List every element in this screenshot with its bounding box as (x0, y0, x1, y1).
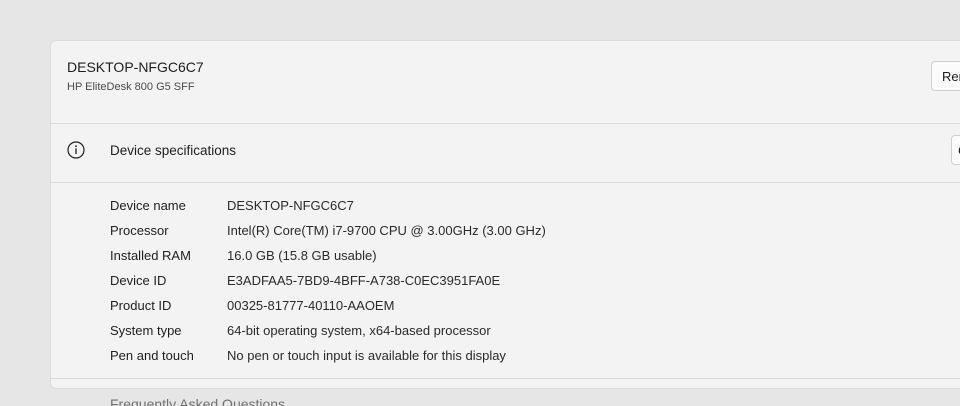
spec-row-processor: Processor Intel(R) Core(TM) i7-9700 CPU … (51, 218, 960, 243)
spec-label: Device name (110, 198, 186, 213)
spec-value: No pen or touch input is available for t… (227, 348, 506, 363)
spec-label: Pen and touch (110, 348, 194, 363)
spec-label: Product ID (110, 298, 172, 313)
spec-row-installed-ram: Installed RAM 16.0 GB (15.8 GB usable) (51, 243, 960, 268)
info-icon (67, 141, 85, 159)
about-panel: DESKTOP-NFGC6C7 HP EliteDesk 800 G5 SFF … (50, 40, 960, 389)
rename-button[interactable]: Rena (931, 61, 960, 91)
spec-label: Processor (110, 223, 169, 238)
device-model-subtitle: HP EliteDesk 800 G5 SFF (67, 81, 195, 93)
device-specifications-header[interactable]: Device specifications C (51, 124, 960, 183)
spec-row-device-id: Device ID E3ADFAA5-7BD9-4BFF-A738-C0EC39… (51, 268, 960, 293)
spec-row-device-name: Device name DESKTOP-NFGC6C7 (51, 193, 960, 218)
copy-button[interactable]: C (951, 135, 960, 165)
spec-value: 64-bit operating system, x64-based proce… (227, 323, 491, 338)
faq-heading: Frequently Asked Questions (110, 396, 286, 406)
specifications-table: Device name DESKTOP-NFGC6C7 Processor In… (51, 183, 960, 388)
spec-value: DESKTOP-NFGC6C7 (227, 198, 354, 213)
spec-value: E3ADFAA5-7BD9-4BFF-A738-C0EC3951FA0E (227, 273, 501, 288)
spec-value: 16.0 GB (15.8 GB usable) (227, 248, 377, 263)
device-name-title: DESKTOP-NFGC6C7 (67, 59, 204, 75)
spec-label: Installed RAM (110, 248, 191, 263)
spec-label: System type (110, 323, 182, 338)
spec-row-system-type: System type 64-bit operating system, x64… (51, 318, 960, 343)
spec-label: Device ID (110, 273, 167, 288)
spec-value: 00325-81777-40110-AAOEM (227, 298, 395, 313)
spec-row-pen-and-touch: Pen and touch No pen or touch input is a… (51, 343, 960, 368)
spec-value: Intel(R) Core(TM) i7-9700 CPU @ 3.00GHz … (227, 223, 546, 238)
section-divider (50, 378, 960, 379)
spec-row-product-id: Product ID 00325-81777-40110-AAOEM (51, 293, 960, 318)
settings-page: DESKTOP-NFGC6C7 HP EliteDesk 800 G5 SFF … (0, 0, 960, 406)
device-specifications-title: Device specifications (110, 143, 237, 158)
device-header: DESKTOP-NFGC6C7 HP EliteDesk 800 G5 SFF … (51, 41, 960, 124)
